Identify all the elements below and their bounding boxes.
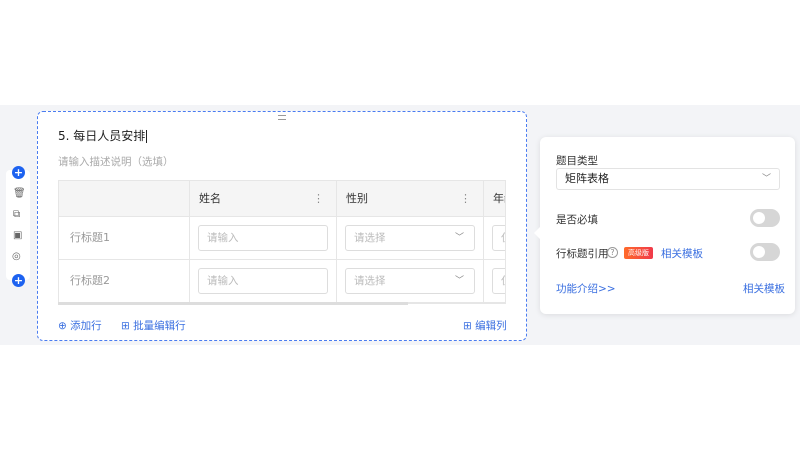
question-card[interactable]: 5. 每日人员安排 请输入描述说明（选填） 姓名 ⋮ 性别 ⋮ 年龄 行标题1 请输… — [37, 111, 527, 341]
type-select[interactable]: 矩阵表格 ﹀ — [556, 168, 780, 190]
batch-edit-rows-button[interactable]: ⊞ 批量编辑行 — [121, 318, 186, 333]
batch-edit-label: 批量编辑行 — [133, 320, 186, 332]
required-toggle[interactable] — [750, 209, 780, 227]
row-label[interactable]: 行标题1 — [59, 217, 190, 259]
template-link[interactable]: 相关模板 — [743, 281, 785, 296]
intro-link[interactable]: 功能介绍>> — [556, 281, 616, 296]
type-label: 题目类型 — [556, 155, 598, 167]
row-label[interactable]: 行标题2 — [59, 260, 190, 302]
column-name: 姓名 — [199, 192, 221, 205]
edit-columns-label: 编辑列 — [475, 320, 507, 332]
more-icon[interactable]: ⋮ — [313, 181, 324, 217]
type-value: 矩阵表格 — [565, 172, 609, 185]
help-icon[interactable]: ? — [607, 247, 618, 258]
name-input[interactable]: 请输入 — [198, 225, 328, 251]
chevron-down-icon: ﹀ — [761, 174, 771, 184]
required-label: 是否必填 — [556, 214, 598, 226]
question-title[interactable]: 5. 每日人员安排 — [58, 127, 147, 144]
eye-off-icon[interactable]: ◎ — [12, 251, 21, 262]
table-row: 行标题2 请输入 请选择 ﹀ 仅 — [59, 260, 505, 303]
column-header[interactable]: 年龄 — [484, 181, 505, 216]
table-row: 行标题1 请输入 请选择 ﹀ 仅 — [59, 217, 505, 260]
matrix-table: 姓名 ⋮ 性别 ⋮ 年龄 行标题1 请输入 请选择 ﹀ 仅 行标题2 请输入 请选择 ﹀… — [58, 180, 506, 304]
related-template-link[interactable]: 相关模板 — [661, 246, 703, 261]
drag-handle-icon[interactable] — [278, 115, 286, 120]
gender-select[interactable]: 请选择 ﹀ — [345, 268, 475, 294]
column-header[interactable]: 姓名 ⋮ — [190, 181, 337, 216]
age-input[interactable]: 仅 — [492, 225, 505, 251]
name-input[interactable]: 请输入 — [198, 268, 328, 294]
corner-cell — [59, 181, 190, 216]
gender-select[interactable]: 请选择 ﹀ — [345, 225, 475, 251]
add-below-icon[interactable]: + — [12, 274, 25, 287]
description-input[interactable]: 请输入描述说明（选填） — [58, 154, 174, 169]
column-name: 年龄 — [493, 192, 505, 205]
premium-badge: 高级版 — [624, 247, 653, 259]
add-above-icon[interactable]: + — [12, 166, 25, 179]
chevron-down-icon: ﹀ — [454, 233, 464, 243]
settings-panel: 题目类型 矩阵表格 ﹀ 是否必填 行标题引用 ? 高级版 相关模板 功能介绍>> … — [534, 137, 795, 314]
column-name: 性别 — [346, 192, 368, 205]
row-ref-toggle[interactable] — [750, 243, 780, 261]
column-header[interactable]: 性别 ⋮ — [337, 181, 484, 216]
horizontal-scrollbar[interactable] — [58, 302, 408, 305]
file-icon[interactable]: ▣ — [13, 230, 22, 241]
select-placeholder: 请选择 — [354, 232, 386, 244]
add-row-label: 添加行 — [70, 320, 102, 332]
edit-columns-button[interactable]: ⊞ 编辑列 — [463, 318, 507, 333]
more-icon[interactable]: ⋮ — [460, 181, 471, 217]
question-toolbar: + 🗑 ⧉ ▣ ◎ + — [6, 166, 30, 287]
plus-circle-icon: ⊕ — [58, 320, 67, 332]
add-row-button[interactable]: ⊕ 添加行 — [58, 318, 102, 333]
copy-icon[interactable]: ⧉ — [13, 209, 20, 220]
row-ref-label: 行标题引用 — [556, 248, 609, 260]
trash-icon[interactable]: 🗑 — [13, 188, 26, 199]
select-placeholder: 请选择 — [354, 275, 386, 287]
plus-square-icon: ⊞ — [121, 320, 130, 332]
chevron-down-icon: ﹀ — [454, 276, 464, 286]
age-input[interactable]: 仅 — [492, 268, 505, 294]
plus-square-icon: ⊞ — [463, 320, 472, 332]
table-header: 姓名 ⋮ 性别 ⋮ 年龄 — [59, 181, 505, 217]
